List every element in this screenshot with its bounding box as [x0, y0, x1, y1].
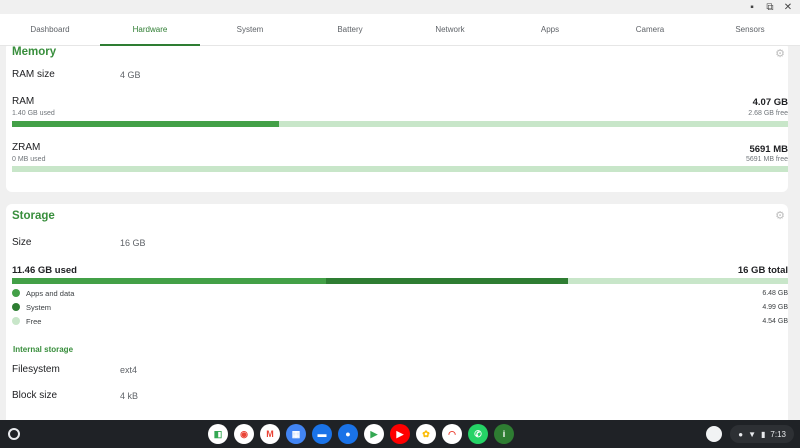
- filesystem-value: ext4: [120, 365, 138, 375]
- files-icon[interactable]: ▬: [312, 424, 332, 444]
- ram-name: RAM: [12, 96, 35, 107]
- minimize-icon[interactable]: ▪: [746, 1, 758, 13]
- legend-row: Apps and data 6.48 GB: [12, 287, 788, 299]
- storage-size-label: Size: [12, 237, 32, 248]
- gear-icon[interactable]: ⚙: [774, 48, 786, 60]
- zram-name: ZRAM: [12, 142, 41, 153]
- gear-icon[interactable]: ⚙: [774, 210, 786, 222]
- zram-total: 5691 MB: [749, 144, 788, 155]
- legend-value: 4.54 GB: [762, 317, 788, 325]
- filesystem-label: Filesystem: [12, 364, 60, 375]
- google-photos-edit-icon[interactable]: ◧: [208, 424, 228, 444]
- tab-bar: Dashboard Hardware System Battery Networ…: [0, 14, 800, 46]
- segment-system: [326, 278, 569, 284]
- memory-title: Memory: [12, 46, 57, 58]
- close-icon[interactable]: ✕: [782, 1, 794, 13]
- ram-used: 1.40 GB used: [12, 110, 55, 117]
- calendar-icon[interactable]: ▦: [286, 424, 306, 444]
- tab-camera[interactable]: Camera: [600, 14, 700, 45]
- ram-size-label: RAM size: [12, 69, 55, 80]
- legend-dot: [12, 317, 20, 325]
- storage-title: Storage: [12, 210, 55, 222]
- ram-free: 2.68 GB free: [748, 110, 788, 117]
- whatsapp-icon[interactable]: ✆: [468, 424, 488, 444]
- legend-row: Free 4.54 GB: [12, 315, 788, 327]
- legend-dot: [12, 303, 20, 311]
- tab-sensors[interactable]: Sensors: [700, 14, 800, 45]
- storage-stack-bar: [12, 278, 788, 284]
- legend-name: System: [26, 302, 52, 312]
- tab-hardware[interactable]: Hardware: [100, 14, 200, 46]
- storage-size-value: 16 GB: [120, 238, 146, 248]
- zram-used: 0 MB used: [12, 156, 46, 163]
- wifi-icon: ▼: [748, 429, 757, 439]
- block-size-value: 4 kB: [120, 391, 139, 401]
- window-controls: ▪ ⧉ ✕: [746, 0, 800, 14]
- zram-free: 5691 MB free: [745, 156, 788, 163]
- legend-name: Apps and data: [26, 288, 75, 298]
- tab-apps[interactable]: Apps: [500, 14, 600, 45]
- stylus-icon[interactable]: [706, 426, 722, 442]
- tab-battery[interactable]: Battery: [300, 14, 400, 45]
- device-info-icon[interactable]: i: [494, 424, 514, 444]
- memory-card: Memory ⚙ RAM size 4 GB RAM 4.07 GB 1.40 …: [6, 46, 788, 192]
- ram-bar: [12, 121, 788, 127]
- restore-icon[interactable]: ⧉: [764, 1, 776, 13]
- youtube-icon[interactable]: ▶: [390, 424, 410, 444]
- shelf: ◧ ◉ M ▦ ▬ ● ▶ ▶ ✿ ◠ ✆ i ● ▼ ▮ 7:13: [0, 420, 800, 448]
- messages-icon[interactable]: ●: [338, 424, 358, 444]
- tab-system[interactable]: System: [200, 14, 300, 45]
- play-store-icon[interactable]: ▶: [364, 424, 384, 444]
- account-icon: ●: [738, 429, 744, 439]
- legend-value: 4.99 GB: [762, 303, 788, 311]
- content-scroll[interactable]: Memory ⚙ RAM size 4 GB RAM 4.07 GB 1.40 …: [0, 46, 800, 420]
- tab-network[interactable]: Network: [400, 14, 500, 45]
- legend-row: System 4.99 GB: [12, 301, 788, 313]
- clock: 7:13: [770, 429, 786, 439]
- gmail-icon[interactable]: M: [260, 424, 280, 444]
- legend-dot: [12, 289, 20, 297]
- legend-value: 6.48 GB: [762, 289, 788, 297]
- tab-dashboard[interactable]: Dashboard: [0, 14, 100, 45]
- chrome-icon[interactable]: ◉: [234, 424, 254, 444]
- storage-card: Storage ⚙ Size 16 GB 11.46 GB used 16 GB…: [6, 204, 788, 420]
- storage-total-title: 16 GB total: [737, 265, 788, 276]
- ram-size-value: 4 GB: [120, 70, 141, 80]
- segment-free: [568, 278, 788, 284]
- zram-bar: [12, 166, 788, 172]
- launcher-icon[interactable]: [8, 428, 20, 440]
- legend-name: Free: [26, 316, 42, 326]
- segment-apps-and-data: [12, 278, 327, 284]
- ram-total: 4.07 GB: [752, 97, 788, 108]
- photos-icon[interactable]: ✿: [416, 424, 436, 444]
- battery-icon: ▮: [761, 429, 766, 439]
- status-tray[interactable]: ● ▼ ▮ 7:13: [730, 425, 794, 443]
- ram-bar-fill: [12, 121, 279, 127]
- internal-storage-title: Internal storage: [13, 345, 74, 354]
- camera-app-icon[interactable]: ◠: [442, 424, 462, 444]
- storage-used-title: 11.46 GB used: [12, 265, 77, 276]
- shelf-apps: ◧ ◉ M ▦ ▬ ● ▶ ▶ ✿ ◠ ✆ i: [208, 424, 514, 444]
- block-size-label: Block size: [12, 390, 58, 401]
